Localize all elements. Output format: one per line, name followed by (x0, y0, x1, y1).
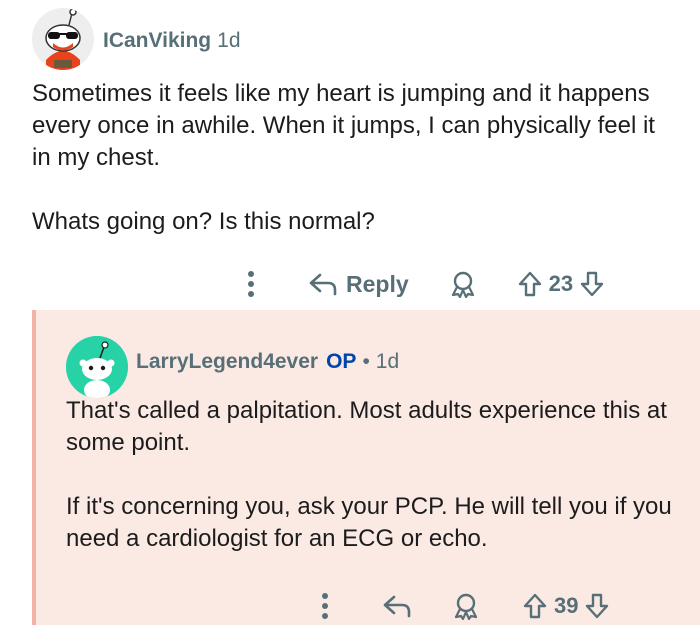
vote-controls: 23 (517, 270, 605, 298)
username[interactable]: LarryLegend4ever (136, 350, 318, 373)
comment-paragraph: Whats going on? Is this normal? (32, 208, 375, 235)
snoo-sunglasses-avatar-icon (32, 8, 94, 70)
reply-button[interactable]: Reply (308, 271, 409, 298)
comment-meta: LarryLegend4ever OP • 1d (136, 350, 399, 374)
downvote-icon[interactable] (579, 270, 605, 298)
comment-actions: 39 (312, 584, 610, 628)
downvote-icon[interactable] (584, 592, 610, 620)
more-options-icon[interactable] (238, 264, 264, 304)
op-badge: OP (326, 350, 357, 373)
vote-score: 39 (554, 593, 579, 618)
comment-actions: Reply 23 (238, 262, 605, 306)
comment-age: 1d (217, 29, 241, 52)
user-avatar[interactable] (32, 8, 94, 70)
award-button[interactable] (449, 270, 477, 298)
comment-body: That's called a palpitation. Most adults… (66, 395, 686, 555)
comment-paragraph: If it's concerning you, ask your PCP. He… (66, 493, 672, 552)
award-icon (451, 271, 474, 298)
snoo-default-avatar-icon (66, 336, 128, 398)
comment-age: 1d (375, 350, 400, 373)
meta-separator: • (362, 350, 370, 373)
reply-arrow-icon (309, 273, 337, 296)
more-options-icon[interactable] (312, 586, 338, 626)
comment-meta: ICanViking 1d (103, 29, 241, 53)
user-avatar[interactable] (66, 336, 128, 398)
reply-arrow-icon (383, 595, 411, 618)
award-icon (454, 593, 478, 620)
upvote-icon[interactable] (517, 270, 543, 298)
username[interactable]: ICanViking (103, 29, 211, 52)
comment-icanviking: ICanViking 1d Sometimes it feels like my … (0, 0, 700, 310)
reply-label: Reply (346, 270, 409, 297)
reply-button[interactable] (382, 593, 412, 619)
comment-paragraph: Sometimes it feels like my heart is jump… (32, 80, 655, 171)
upvote-icon[interactable] (522, 592, 548, 620)
comment-larrylegend4ever: LarryLegend4ever OP • 1d That's called a pa… (32, 310, 700, 625)
vote-controls: 39 (522, 592, 610, 620)
vote-score: 23 (548, 271, 574, 296)
comment-paragraph: That's called a palpitation. Most adults… (66, 397, 667, 456)
award-button[interactable] (452, 592, 480, 620)
comment-body: Sometimes it feels like my heart is jump… (32, 78, 672, 238)
